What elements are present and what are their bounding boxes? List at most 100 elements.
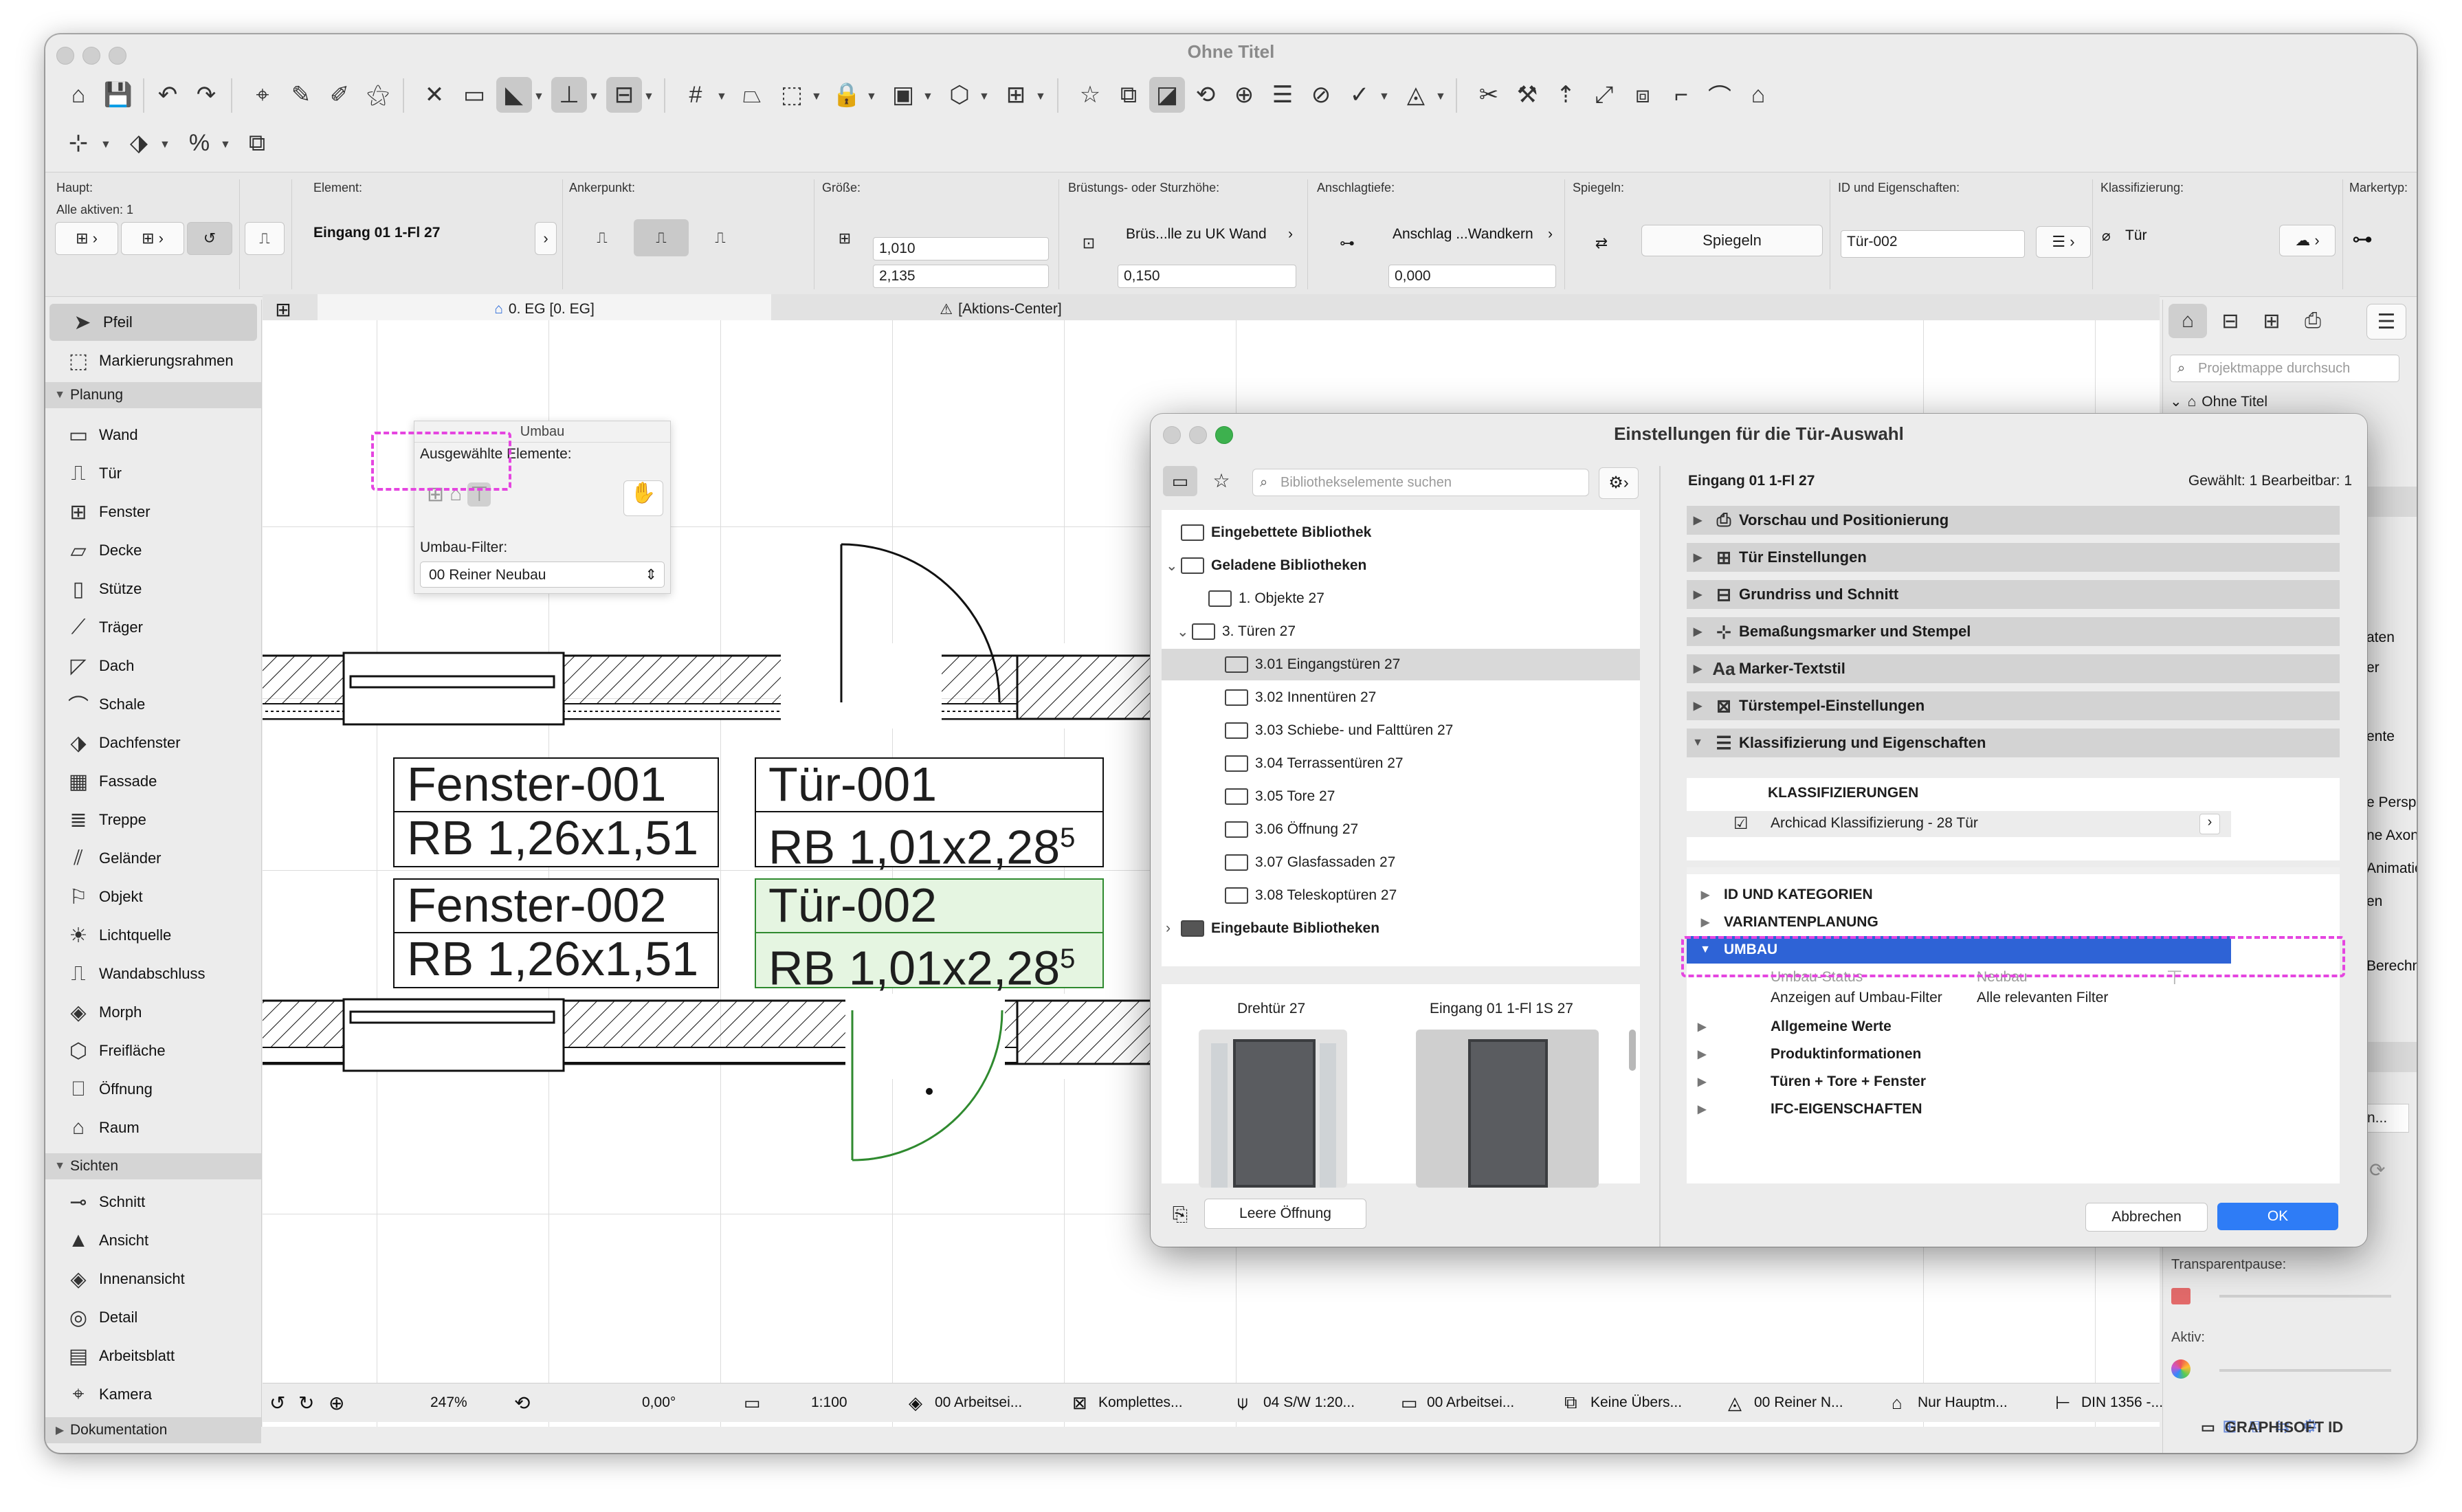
- tool-item[interactable]: ⫽ Geländer: [45, 840, 261, 877]
- checkbox-checked-icon[interactable]: ☑: [1733, 814, 1749, 834]
- chevron-down-icon[interactable]: ▼: [588, 91, 599, 103]
- project-root[interactable]: ⌄ ⌂ Ohne Titel: [2170, 393, 2267, 410]
- guide-lines-icon[interactable]: ◣: [496, 77, 532, 113]
- tool-item[interactable]: ▱ Decke: [45, 532, 261, 569]
- filter-select[interactable]: 00 Reiner Neubau ⇕: [420, 562, 665, 588]
- tool-markierungsrahmen[interactable]: ⬚ Markierungsrahmen: [45, 342, 261, 379]
- window-label[interactable]: Fenster-002 RB 1,26x1,51: [393, 878, 719, 988]
- tool-item[interactable]: ≣ Treppe: [45, 801, 261, 838]
- chevron-down-icon[interactable]: ▼: [159, 139, 170, 151]
- adjust-icon[interactable]: ⚒: [1509, 77, 1545, 113]
- chevron-down-icon[interactable]: ▼: [922, 91, 933, 103]
- renovation-icon[interactable]: ◬: [1398, 77, 1434, 113]
- zoom-value[interactable]: 247%: [430, 1389, 467, 1416]
- library-tree-item[interactable]: › Eingebaute Bibliotheken: [1162, 913, 1640, 944]
- navigator-menu-icon[interactable]: ☰: [2366, 304, 2406, 340]
- library-tree-item[interactable]: 3.04 Terrassentüren 27: [1162, 748, 1640, 779]
- prop-group-id-kat[interactable]: ▶ ID UND KATEGORIEN: [1687, 881, 2231, 909]
- tool-item[interactable]: ⊸ Schnitt: [45, 1183, 261, 1221]
- library-manager-icon[interactable]: ⎘: [1163, 1197, 1197, 1232]
- preview-eingang[interactable]: [1416, 1030, 1599, 1188]
- library-tree-item[interactable]: 3.05 Tore 27: [1162, 781, 1640, 812]
- library-tree-item[interactable]: 3.02 Innentüren 27: [1162, 682, 1640, 713]
- marker-type-icon[interactable]: ⊶: [2352, 227, 2373, 252]
- chevron-down-icon[interactable]: ▼: [220, 139, 231, 151]
- chevron-right-icon[interactable]: ›: [1288, 226, 1293, 243]
- tool-item[interactable]: ◈ Innenansicht: [45, 1260, 261, 1298]
- height-field[interactable]: 2,135: [873, 265, 1049, 288]
- chevron-down-icon[interactable]: ▼: [979, 91, 990, 103]
- hand-icon[interactable]: ✋: [623, 480, 663, 516]
- save-icon[interactable]: 💾: [100, 77, 136, 113]
- tool-item[interactable]: ☀ Lichtquelle: [45, 917, 261, 954]
- redo-view-icon[interactable]: ↻: [298, 1389, 314, 1416]
- navigator-icon[interactable]: ⟲: [1188, 77, 1223, 113]
- chevron-down-icon[interactable]: ▼: [100, 139, 111, 151]
- floor-plan-icon[interactable]: ⧉: [1111, 77, 1146, 113]
- prop-group-produkt[interactable]: ▶ Produktinformationen: [1687, 1041, 2231, 1068]
- anchor-right-icon[interactable]: ⎍: [693, 219, 748, 256]
- snap-icon[interactable]: ✕: [417, 77, 452, 113]
- library-tree-item[interactable]: ⌄ 3. Türen 27: [1162, 616, 1640, 647]
- element-value[interactable]: Eingang 01 1-Fl 27: [313, 225, 440, 241]
- nav-item-partial[interactable]: aten: [2366, 624, 2395, 652]
- tool-item[interactable]: ⬗ Dachfenster: [45, 724, 261, 761]
- corner-icon[interactable]: ⌐: [1663, 77, 1699, 113]
- zoom-icon[interactable]: ⊕: [329, 1389, 344, 1416]
- classification-menu-icon[interactable]: ☁ ›: [2279, 225, 2336, 256]
- snap-guides-icon[interactable]: ⊥: [551, 77, 587, 113]
- gravity-icon[interactable]: ⊟: [606, 77, 642, 113]
- chevron-down-icon[interactable]: ▼: [866, 91, 877, 103]
- refresh-icon[interactable]: ⟳: [2369, 1159, 2385, 1181]
- prop-group-tueren[interactable]: ▶ Türen + Tore + Fenster: [1687, 1068, 2231, 1096]
- eyedropper-icon[interactable]: ✎: [283, 77, 319, 113]
- chevron-right-icon[interactable]: ›: [2199, 814, 2220, 834]
- tool-item[interactable]: ▲ Ansicht: [45, 1222, 261, 1259]
- library-tree-item[interactable]: 3.06 Öffnung 27: [1162, 814, 1640, 845]
- tool-item[interactable]: ▦ Fassade: [45, 763, 261, 800]
- anchor-center-icon[interactable]: ⎍: [634, 219, 689, 256]
- grid-icon[interactable]: #: [678, 77, 713, 113]
- tool-item[interactable]: ⚐ Objekt: [45, 878, 261, 915]
- fillet-icon[interactable]: ⌒: [1702, 77, 1738, 113]
- favorites-star-icon[interactable]: ☆: [1204, 466, 1239, 496]
- settings-section[interactable]: ▶ ⊹ Bemaßungsmarker und Stempel: [1687, 617, 2340, 646]
- prop-group-allgemein[interactable]: ▶ Allgemeine Werte: [1687, 1013, 2231, 1041]
- 3d-window-icon[interactable]: ◪: [1149, 77, 1185, 113]
- nav-item-partial[interactable]: er: [2366, 654, 2380, 682]
- angle-value[interactable]: 0,00°: [642, 1389, 676, 1416]
- scissors-icon[interactable]: ✂: [1471, 77, 1507, 113]
- door-label[interactable]: Tür-001 RB 1,01x2,285: [755, 757, 1104, 872]
- folder-view-icon[interactable]: ▭: [1163, 466, 1197, 496]
- tool-item[interactable]: ⌂ Raum: [45, 1109, 261, 1146]
- section-sichten[interactable]: ▼ Sichten: [45, 1153, 261, 1179]
- pen-value[interactable]: 04 S/W 1:20...: [1263, 1389, 1355, 1416]
- library-tree-item[interactable]: 3.08 Teleskoptüren 27: [1162, 880, 1640, 911]
- prop-group-varianten[interactable]: ▶ VARIANTENPLANUNG: [1687, 909, 2231, 936]
- bruestung-field[interactable]: 0,150: [1118, 265, 1296, 288]
- dimension-value[interactable]: DIN 1356 -...: [2081, 1389, 2163, 1416]
- roof-icon[interactable]: ⌂: [1740, 77, 1776, 113]
- nav-item-partial[interactable]: ente: [2366, 723, 2395, 751]
- chevron-down-icon[interactable]: ▼: [811, 91, 822, 103]
- tool-item[interactable]: ◎ Detail: [45, 1299, 261, 1336]
- layer2-value[interactable]: 00 Arbeitsei...: [1427, 1389, 1514, 1416]
- scale-value[interactable]: 1:100: [811, 1389, 847, 1416]
- tool-item[interactable]: ◈ Morph: [45, 994, 261, 1031]
- tool-item[interactable]: ◸ Dach: [45, 647, 261, 685]
- override-value[interactable]: Keine Übers...: [1590, 1389, 1682, 1416]
- preview-scrollbar[interactable]: [1629, 1030, 1636, 1071]
- settings-section[interactable]: ▼ ☰ Klassifizierung und Eigenschaften: [1687, 729, 2340, 757]
- preview-drehtuer[interactable]: [1199, 1030, 1347, 1188]
- door-swing-icon[interactable]: ⎍: [245, 222, 285, 255]
- graphic-override-icon[interactable]: ✓: [1342, 77, 1377, 113]
- layer-value[interactable]: 00 Arbeitsei...: [935, 1389, 1022, 1416]
- tag-icon[interactable]: ⊘: [1303, 77, 1339, 113]
- tool-item[interactable]: ⎍ Tür: [45, 455, 261, 492]
- tool-item[interactable]: ⬡ Freifläche: [45, 1032, 261, 1069]
- settings-section[interactable]: ▶ Aa Marker-Textstil: [1687, 654, 2340, 683]
- chevron-right-icon[interactable]: ›: [535, 222, 557, 255]
- structure-value[interactable]: Nur Hauptm...: [1918, 1389, 2008, 1416]
- chevron-down-icon[interactable]: ▼: [533, 91, 544, 103]
- window-label[interactable]: Fenster-001 RB 1,26x1,51: [393, 757, 719, 867]
